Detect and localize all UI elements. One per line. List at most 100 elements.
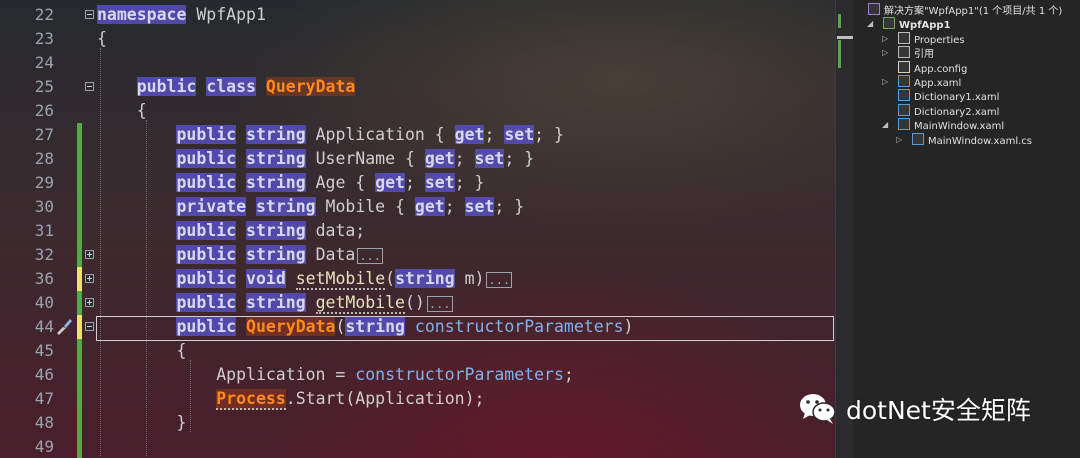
tree-item[interactable]: Dictionary2.xaml xyxy=(898,103,999,118)
code-token: ( xyxy=(385,269,396,288)
config-file-icon xyxy=(898,60,910,73)
tree-item[interactable]: Dictionary1.xaml xyxy=(898,89,999,103)
code-line[interactable]: 25 public class QueryData xyxy=(0,75,835,99)
expand-icon[interactable] xyxy=(85,274,94,283)
code-token: string xyxy=(246,125,306,144)
tree-item[interactable]: ▷ App.xaml xyxy=(882,75,962,89)
collapse-icon[interactable] xyxy=(85,322,94,331)
quick-actions-brush-icon[interactable] xyxy=(54,316,74,336)
change-marker xyxy=(77,219,82,243)
code-line[interactable]: 48 } xyxy=(0,411,835,435)
collapsed-region-marker[interactable]: ... xyxy=(426,296,453,312)
code-line[interactable]: 47 Process.Start(Application); xyxy=(0,387,835,411)
code-token: UserName { xyxy=(305,149,425,168)
code-text: } xyxy=(97,411,186,435)
code-token: ; xyxy=(484,125,505,144)
scroll-change-marker xyxy=(838,40,841,68)
line-number: 46 xyxy=(34,365,54,384)
code-line[interactable]: 46 Application = constructorParameters; xyxy=(0,363,835,387)
code-line[interactable]: 36 public void setMobile(string m)... xyxy=(0,267,835,291)
code-line[interactable]: 23 { xyxy=(0,27,835,51)
line-number: 27 xyxy=(34,125,54,144)
code-editor[interactable]: 22 namespace WpfApp1 23 {24 25 public class … xyxy=(0,0,835,458)
code-token: public xyxy=(136,77,197,96)
code-token: WpfApp1 xyxy=(186,5,266,24)
code-token: public xyxy=(176,149,237,168)
code-line[interactable]: 40 public string getMobile()... xyxy=(0,291,835,315)
code-text: public void setMobile(string m)... xyxy=(97,267,513,292)
indent-guide xyxy=(100,48,101,456)
code-token: ; xyxy=(563,365,574,384)
tree-item[interactable]: ▷ Properties xyxy=(882,31,965,46)
code-line[interactable]: 28 public string UserName { get; set; } xyxy=(0,147,835,171)
tree-item-label: Dictionary1.xaml xyxy=(914,92,1000,104)
tree-item[interactable]: ◢ WpfApp1 xyxy=(867,17,951,32)
expand-icon[interactable] xyxy=(85,250,94,259)
collapse-icon[interactable] xyxy=(85,10,94,19)
xaml-file-icon xyxy=(898,89,910,102)
code-line[interactable]: 24 xyxy=(0,51,835,75)
scroll-position-indicator[interactable] xyxy=(837,36,853,39)
code-token: ; } xyxy=(504,149,535,168)
code-token: set xyxy=(424,173,455,192)
code-token: QueryData xyxy=(265,77,356,96)
tree-item-label: App.xaml xyxy=(914,78,962,89)
tree-item-label: MainWindow.xaml.cs xyxy=(928,135,1033,147)
tree-item[interactable]: ◢ MainWindow.xaml xyxy=(882,118,1004,132)
collapsed-arrow-icon[interactable]: ▷ xyxy=(882,75,888,89)
code-token: data; xyxy=(305,221,366,240)
tree-item[interactable]: ▷ MainWindow.xaml.cs xyxy=(896,132,1033,147)
code-line[interactable]: 49 xyxy=(0,435,835,458)
code-line[interactable]: 31 public string data; xyxy=(0,219,835,243)
code-line[interactable]: 26 { xyxy=(0,99,835,123)
code-token: get xyxy=(454,125,485,144)
current-line-highlight xyxy=(96,316,834,341)
xaml-file-icon xyxy=(898,75,910,87)
change-marker xyxy=(77,435,82,458)
code-text: Application = constructorParameters; xyxy=(97,363,574,387)
collapsed-arrow-icon[interactable]: ▷ xyxy=(882,32,888,46)
code-line[interactable]: 22 namespace WpfApp1 xyxy=(0,3,835,27)
collapsed-region-marker[interactable]: ... xyxy=(486,272,513,288)
code-token: public xyxy=(176,125,237,144)
code-line[interactable]: 45 { xyxy=(0,339,835,363)
code-token: ; } xyxy=(494,197,525,216)
code-text: public string Application { get; set; } xyxy=(97,123,564,147)
code-token: ; xyxy=(444,197,465,216)
tree-item[interactable]: ▷ 引用 xyxy=(882,46,934,60)
collapsed-arrow-icon[interactable]: ▷ xyxy=(896,133,902,147)
line-number: 30 xyxy=(34,197,54,216)
code-token: ; } xyxy=(534,125,564,144)
code-line[interactable]: 32 public string Data... xyxy=(0,243,835,267)
collapsed-region-marker[interactable]: ... xyxy=(357,248,383,264)
line-number: 31 xyxy=(34,221,54,240)
line-number: 36 xyxy=(34,269,54,288)
code-token: get xyxy=(375,173,405,192)
code-token: public xyxy=(176,245,237,264)
code-line[interactable]: 30 private string Mobile { get; set; } xyxy=(0,195,835,219)
expanded-arrow-icon[interactable]: ◢ xyxy=(882,118,888,132)
code-token: string xyxy=(246,221,306,240)
tree-item[interactable]: 解决方案"WpfApp1"(1 个项目/共 1 个) xyxy=(868,3,1062,17)
code-token: string xyxy=(246,293,306,312)
code-text: public class QueryData xyxy=(97,75,356,99)
tree-item-label: WpfApp1 xyxy=(899,20,951,32)
code-text: private string Mobile { get; set; } xyxy=(97,195,524,219)
collapse-icon[interactable] xyxy=(85,82,94,91)
expand-icon[interactable] xyxy=(85,298,94,307)
change-marker xyxy=(77,315,82,339)
code-line[interactable]: 29 public string Age { get; set; } xyxy=(0,171,835,195)
expanded-arrow-icon[interactable]: ◢ xyxy=(867,17,873,31)
tree-item[interactable]: App.config xyxy=(898,60,968,75)
wrench-icon xyxy=(898,31,910,44)
change-marker xyxy=(77,363,82,387)
collapsed-arrow-icon[interactable]: ▷ xyxy=(882,46,888,60)
code-token: m) xyxy=(454,269,485,288)
code-line[interactable]: 27 public string Application { get; set;… xyxy=(0,123,835,147)
tree-item-label: App.config xyxy=(914,63,968,75)
line-number: 49 xyxy=(34,437,54,456)
